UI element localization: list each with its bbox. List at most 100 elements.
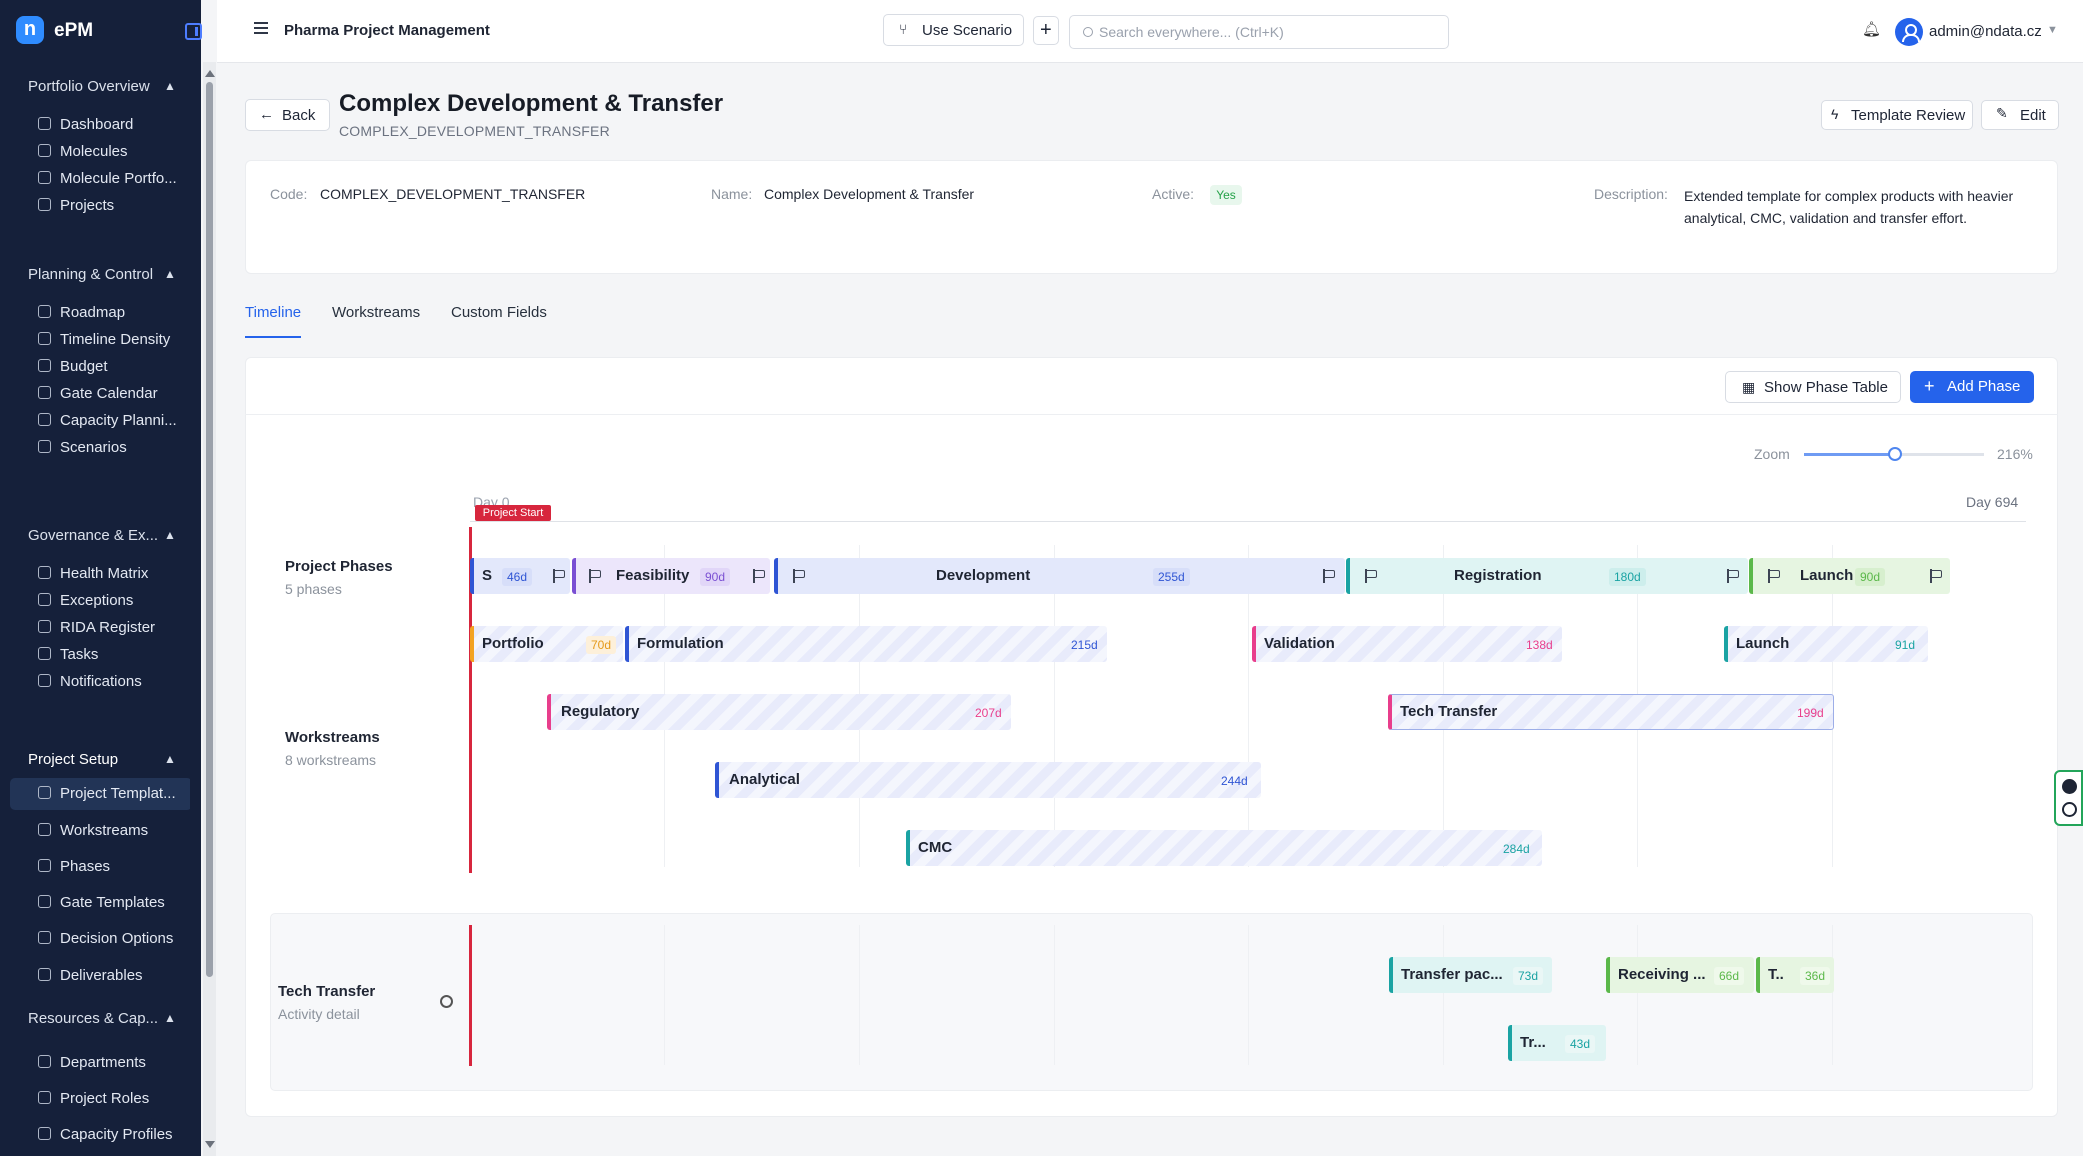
gridline [859,925,860,1065]
bell-icon [38,674,51,687]
sidebar-item-phases[interactable]: Phases [10,851,190,883]
arrow-left-icon: ← [259,106,274,123]
sidebar-collapse-icon[interactable] [185,23,202,40]
flag-icon[interactable] [1726,569,1740,583]
section-resources-capacity[interactable]: Resources & Cap... [28,1010,158,1027]
checkbox-icon [38,968,51,981]
workstream-bar[interactable]: Formulation 215d [625,626,1107,662]
name-value: Complex Development & Transfer [764,186,975,202]
search-icon [1083,27,1093,37]
sidebar-item-departments[interactable]: Departments [10,1047,190,1079]
table-icon: ▦ [1742,379,1756,395]
chevron-up-icon[interactable]: ▲ [164,752,176,766]
activity-bar[interactable]: Receiving ... 66d [1606,957,1754,993]
section-portfolio-overview[interactable]: Portfolio Overview [28,78,150,95]
gridline [1248,925,1249,1065]
menu-icon[interactable] [254,22,268,34]
detail-row-subtitle: Activity detail [278,1006,360,1022]
flag-icon[interactable] [588,569,602,583]
chevron-up-icon[interactable]: ▲ [164,79,176,93]
brand: n ePM [0,0,202,62]
sidebar-scrollbar[interactable] [203,62,216,1156]
chevron-up-icon[interactable]: ▲ [164,528,176,542]
plus-icon: + [1924,376,1935,396]
tab-timeline[interactable]: Timeline [245,304,301,321]
calendar-icon [38,386,51,399]
sidebar-item-workstreams[interactable]: Workstreams [10,815,190,847]
bell-icon[interactable]: 🔔︎ [1862,20,1881,38]
gridline [1443,925,1444,1065]
gridline [664,925,665,1065]
widget-icon[interactable] [2062,802,2077,817]
workstream-bar[interactable]: Tech Transfer 199d [1388,694,1834,730]
workstream-bar[interactable]: CMC 284d [906,830,1542,866]
scroll-down-icon[interactable] [205,1141,215,1148]
scroll-thumb[interactable] [206,82,213,977]
detail-row-title: Tech Transfer [278,983,376,1000]
workstream-bar[interactable]: Portfolio 70d [470,626,623,662]
sidebar-item-gate-templates[interactable]: Gate Templates [10,887,190,919]
activity-bar[interactable]: Tr... 43d [1508,1025,1606,1061]
avatar[interactable] [1895,18,1923,46]
section-governance[interactable]: Governance & Ex... [28,527,158,544]
sidebar-item-decision-options[interactable]: Decision Options [10,923,190,955]
section-project-setup[interactable]: Project Setup [28,751,118,768]
sidebar-item-projects[interactable]: Projects [10,190,190,222]
add-scenario-button[interactable]: + [1033,16,1059,45]
branch-icon: ⑂ [899,21,908,37]
zoom-slider-fill [1804,453,1896,456]
sidebar-item-deliverables[interactable]: Deliverables [10,960,190,992]
phase-bar[interactable]: Development 255d [774,558,1345,594]
user-menu[interactable]: admin@ndata.cz [1929,23,2042,40]
scroll-up-icon[interactable] [205,70,215,77]
phase-bar[interactable]: Feasibility 90d [572,558,770,594]
flag-icon[interactable] [1364,569,1378,583]
workstream-bar[interactable]: Regulatory 207d [547,694,1011,730]
floating-widget[interactable] [2054,770,2083,826]
activity-bar[interactable]: T.. 36d [1756,957,1834,993]
active-label: Active: [1152,186,1195,202]
branch-icon [38,440,51,453]
edit-button[interactable]: ✎ Edit [1981,100,2059,130]
section-planning-control[interactable]: Planning & Control [28,266,153,283]
back-button[interactable]: ← Back [245,99,330,131]
search-input[interactable]: Search everywhere... (Ctrl+K) [1069,15,1449,49]
gear-icon[interactable] [440,995,453,1008]
flag-icon[interactable] [752,569,766,583]
chevron-up-icon[interactable]: ▲ [164,267,176,281]
flag-icon[interactable] [1767,569,1781,583]
close-icon[interactable] [2062,779,2077,794]
flag-icon[interactable] [1929,569,1943,583]
show-phase-table-button[interactable]: ▦ Show Phase Table [1725,371,1901,403]
flask-icon [38,144,51,157]
flag-icon[interactable] [552,569,566,583]
add-phase-button[interactable]: + Add Phase [1910,371,2034,403]
zoom-slider-handle[interactable] [1888,447,1902,461]
code-value: COMPLEX_DEVELOPMENT_TRANSFER [320,186,586,202]
flag-icon[interactable] [1322,569,1336,583]
chevron-up-icon[interactable]: ▲ [164,1011,176,1025]
phase-bar[interactable]: Launch 90d [1749,558,1950,594]
workstream-bar[interactable]: Analytical 244d [715,762,1261,798]
sidebar-item-project-roles[interactable]: Project Roles [10,1083,190,1115]
sidebar-nav: Portfolio Overview ▲ Dashboard Molecules… [0,62,190,1156]
sidebar-item-project-templates[interactable]: Project Templat... [10,778,190,810]
chart-icon [38,1127,51,1140]
tab-workstreams[interactable]: Workstreams [332,304,420,321]
use-scenario-button[interactable]: ⑂ Use Scenario [883,14,1024,46]
tab-custom-fields[interactable]: Custom Fields [451,304,547,321]
phase-bar[interactable]: Registration 180d [1346,558,1748,594]
user-icon [38,1091,51,1104]
activity-bar[interactable]: Transfer pac... 73d [1389,957,1552,993]
chevron-down-icon[interactable]: ▼ [2047,24,2058,36]
pencil-icon: ✎ [1996,105,2008,121]
flag-icon[interactable] [792,569,806,583]
workstream-bar[interactable]: Launch 91d [1724,626,1928,662]
project-start-badge: Project Start [475,505,551,521]
template-review-button[interactable]: ϟ Template Review [1821,100,1973,130]
sidebar-item-notifications[interactable]: Notifications [10,666,190,698]
sidebar-item-capacity-profiles[interactable]: Capacity Profiles [10,1119,190,1151]
workstream-bar[interactable]: Validation 138d [1252,626,1562,662]
phase-bar[interactable]: S 46d [470,558,570,594]
sidebar-item-scenarios[interactable]: Scenarios [10,432,190,464]
